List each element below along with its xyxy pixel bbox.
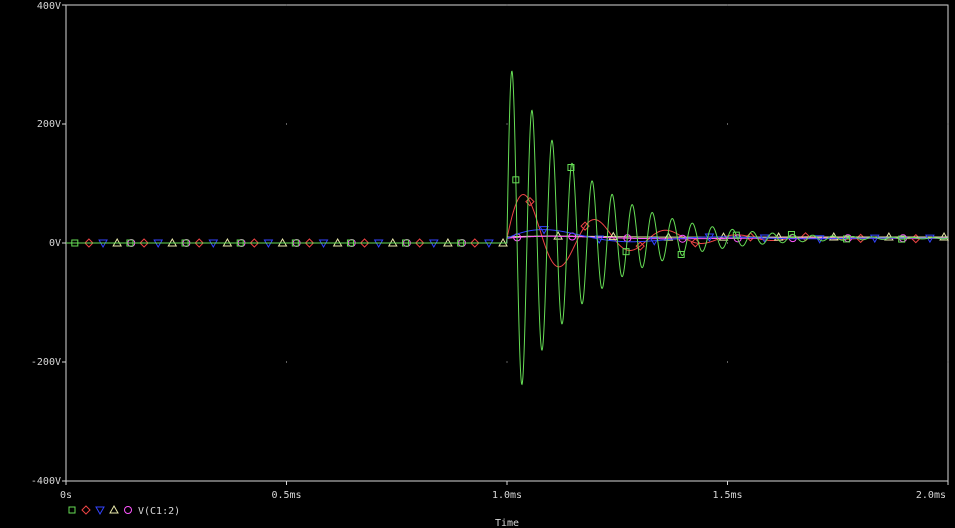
marker-diamond (81, 505, 91, 515)
series-line (66, 70, 949, 386)
marker-triangle-up (109, 504, 119, 514)
x-axis-ticks: 0s 0.5ms 1.0ms 1.5ms 2.0ms (60, 481, 949, 501)
y-tick-label: 400V (37, 1, 61, 12)
y-tick-label: 200V (37, 119, 61, 130)
grid-dot (947, 123, 949, 125)
y-tick-label: -400V (31, 476, 61, 487)
legend: V(C1:2) (68, 504, 180, 517)
grid-dot (727, 123, 728, 125)
x-tick-label: 1.5ms (712, 490, 742, 501)
y-tick-label: -200V (31, 357, 61, 368)
grid-dot (506, 361, 508, 363)
y-axis-ticks: 400V 200V 0V -200V -400V (31, 1, 66, 487)
grid-dot (506, 4, 508, 6)
x-tick-label: 0s (60, 490, 72, 501)
marker-circle (124, 506, 132, 514)
x-axis-title: Time (495, 518, 519, 528)
grid-dot (947, 4, 949, 6)
transient-plot: 0s 0.5ms 1.0ms 1.5ms 2.0ms 400V 200V 0V -200V -4… (31, 1, 949, 528)
x-tick-label: 2.0ms (916, 490, 946, 501)
grid-dot (947, 242, 949, 244)
grid-dot (286, 123, 287, 125)
marker-triangle-down (95, 506, 105, 516)
grid-dot (286, 361, 287, 363)
grid-dot (286, 4, 287, 6)
legend-label: V(C1:2) (138, 506, 180, 517)
grid-dot (727, 242, 728, 244)
x-tick-label: 0.5ms (271, 490, 301, 501)
grid-dot (506, 123, 508, 125)
grid-dot (727, 361, 728, 363)
x-tick-label: 1.0ms (492, 490, 522, 501)
y-tick-label: 0V (49, 238, 61, 249)
marker-square (68, 506, 76, 514)
grid-dot (727, 4, 728, 6)
series-layer (66, 70, 949, 386)
grid-dot (947, 361, 949, 363)
